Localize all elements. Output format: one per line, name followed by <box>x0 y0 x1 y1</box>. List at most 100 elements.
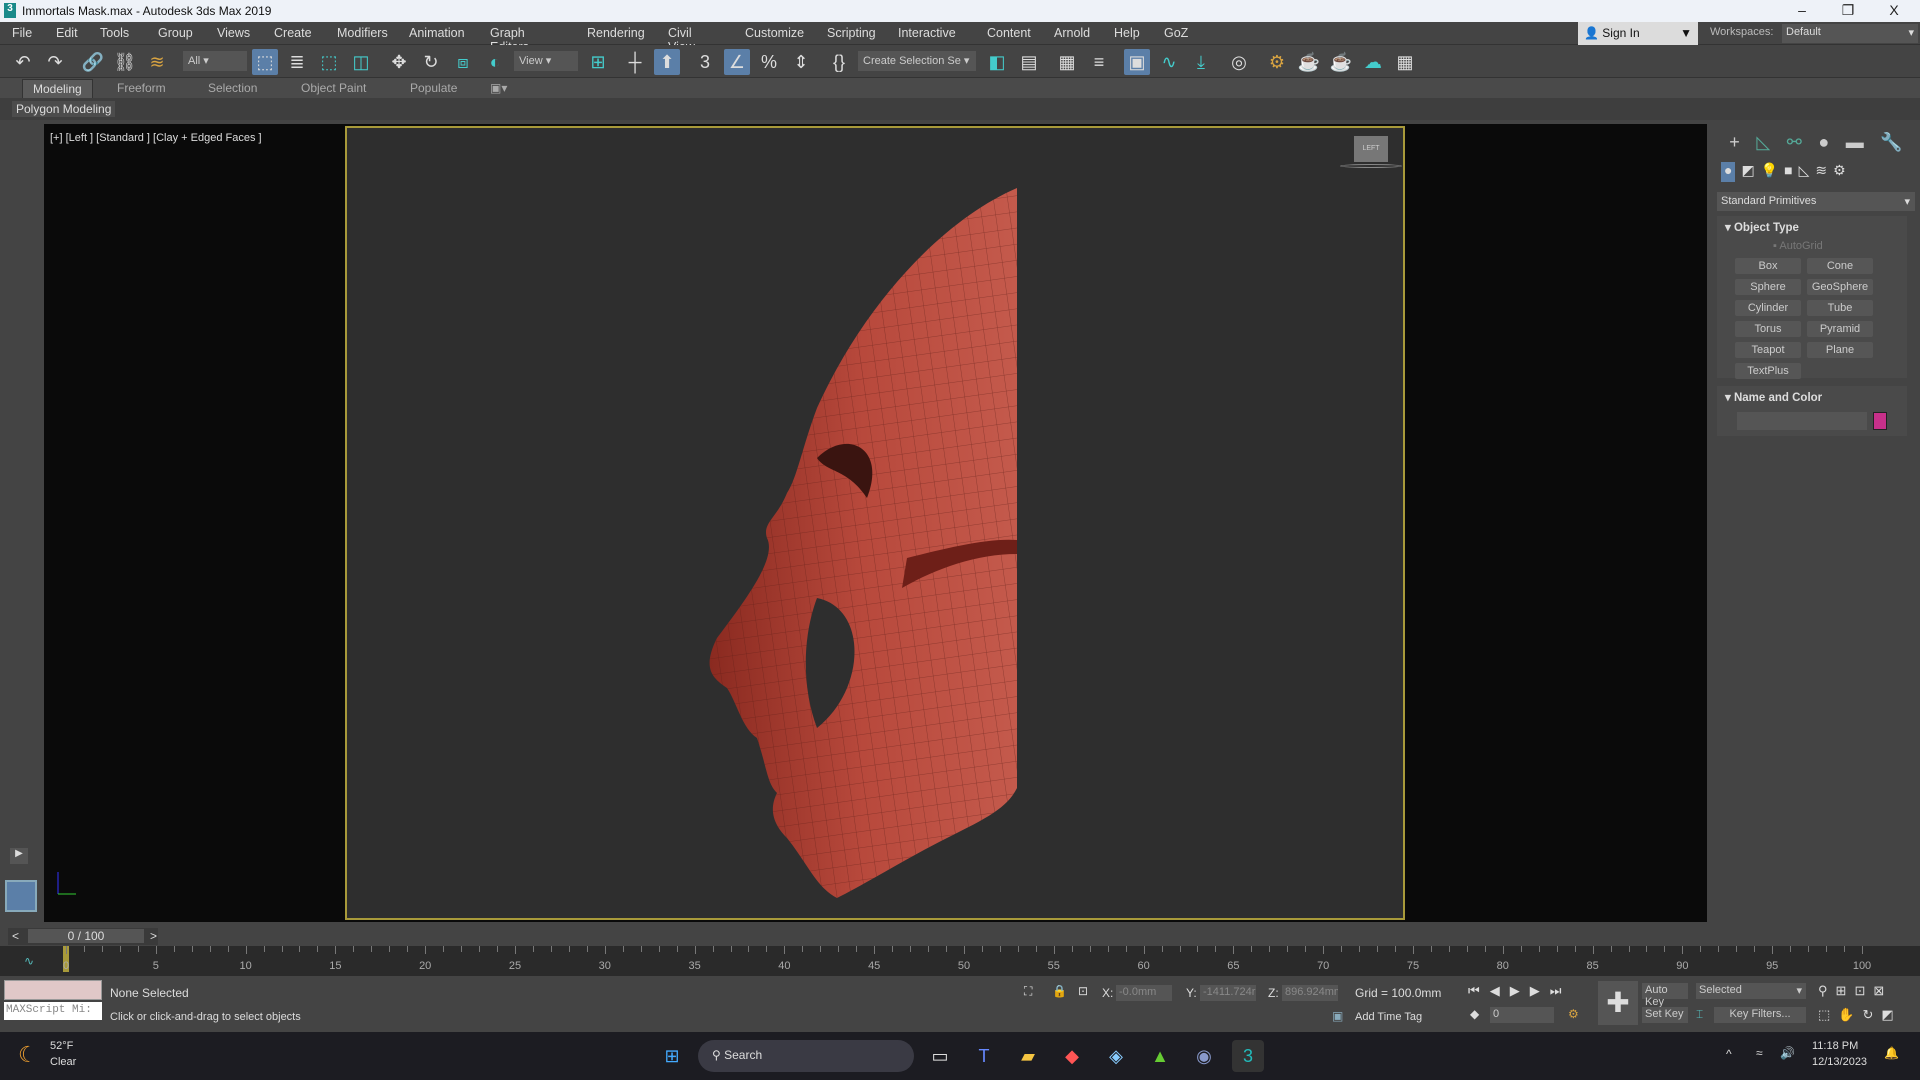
mirror-icon[interactable]: ◧ <box>984 49 1010 75</box>
add-time-tag[interactable]: Add Time Tag <box>1355 1011 1422 1023</box>
go-to-start-icon[interactable]: ⏮ <box>1468 983 1480 999</box>
space-warps-icon[interactable]: ≋ <box>1815 162 1827 182</box>
percent-snap-icon[interactable]: % <box>756 49 782 75</box>
undo-icon[interactable]: ↶ <box>10 49 36 75</box>
maxscript-input[interactable]: MAXScript Mi: <box>4 1002 102 1020</box>
app-diamond-icon[interactable]: ◈ <box>1100 1040 1132 1072</box>
teams-icon[interactable]: T <box>968 1040 1000 1072</box>
viewport-layout-thumbnail[interactable] <box>5 880 37 912</box>
menu-create[interactable]: Create <box>274 22 312 44</box>
menu-edit[interactable]: Edit <box>56 22 78 44</box>
app-green-icon[interactable]: ▲ <box>1144 1040 1176 1072</box>
isolate-selection-icon[interactable]: ⛶ <box>1024 984 1032 999</box>
menu-rendering[interactable]: Rendering <box>587 22 645 44</box>
maxscript-listener[interactable] <box>4 980 102 1000</box>
task-view-icon[interactable]: ▭ <box>924 1040 956 1072</box>
display-tab-icon[interactable]: ▬ <box>1846 132 1864 156</box>
utilities-tab-icon[interactable]: 🔧 <box>1880 132 1902 156</box>
tab-object-paint[interactable]: Object Paint <box>301 81 366 95</box>
viewcube-ring[interactable] <box>1340 164 1402 168</box>
name-and-color-rollout[interactable]: ▾ Name and Color <box>1725 390 1822 404</box>
select-manipulate-icon[interactable]: ┼ <box>622 49 648 75</box>
viewcube[interactable]: LEFT <box>1354 136 1388 162</box>
viewport-left[interactable]: [+] [Left ] [Standard ] [Clay + Edged Fa… <box>44 124 1707 922</box>
play-icon[interactable]: ▶ <box>1510 983 1520 999</box>
textplus-button[interactable]: TextPlus <box>1735 363 1801 379</box>
polygon-modeling-panel[interactable]: Polygon Modeling <box>12 101 116 117</box>
layer-explorer-icon[interactable]: ≡ <box>1086 49 1112 75</box>
set-key-button[interactable]: Set Key <box>1642 1007 1688 1023</box>
ribbon-options-icon[interactable]: ▣▾ <box>490 81 507 95</box>
menu-modifiers[interactable]: Modifiers <box>337 22 388 44</box>
link-icon[interactable]: 🔗 <box>80 49 106 75</box>
zoom-extents-icon[interactable]: ⊡ <box>1854 983 1865 999</box>
maximize-button[interactable]: ❐ <box>1828 2 1868 19</box>
zoom-all-icon[interactable]: ⊞ <box>1836 983 1847 999</box>
tab-selection[interactable]: Selection <box>208 81 257 95</box>
set-keys-button[interactable]: ✚ <box>1598 981 1638 1025</box>
scene-explorer-icon[interactable]: ▦ <box>1054 49 1080 75</box>
selection-filter-dropdown[interactable]: All ▾ <box>183 51 247 71</box>
next-frame-icon[interactable]: ▶ <box>1530 983 1540 999</box>
file-explorer-icon[interactable]: ▰ <box>1012 1040 1044 1072</box>
current-frame-field[interactable]: 0 <box>1490 1007 1554 1023</box>
box-button[interactable]: Box <box>1735 258 1801 274</box>
sign-in-button[interactable]: 👤 Sign In ▼ <box>1578 22 1698 45</box>
menu-goz[interactable]: GoZ <box>1164 22 1188 44</box>
pyramid-button[interactable]: Pyramid <box>1807 321 1873 337</box>
menu-scripting[interactable]: Scripting <box>827 22 876 44</box>
menu-tools[interactable]: Tools <box>100 22 129 44</box>
render-setup-icon[interactable]: ⚙ <box>1264 49 1290 75</box>
previous-frame-icon[interactable]: ◀ <box>1490 983 1500 999</box>
align-icon[interactable]: ▤ <box>1016 49 1042 75</box>
z-coordinate-field[interactable]: 896.924mm <box>1282 985 1338 1001</box>
zoom-icon[interactable]: ⚲ <box>1818 983 1828 999</box>
default-tangent-icon[interactable]: ⌶ <box>1696 1007 1703 1022</box>
wifi-icon[interactable]: ≈ <box>1756 1046 1763 1060</box>
hierarchy-tab-icon[interactable]: ⚯ <box>1787 132 1802 156</box>
category-dropdown[interactable]: Standard Primitives ▾ <box>1717 192 1915 211</box>
key-mode-toggle-icon[interactable]: ◆ <box>1470 1007 1479 1021</box>
menu-arnold[interactable]: Arnold <box>1054 22 1090 44</box>
menu-animation[interactable]: Animation <box>409 22 465 44</box>
auto-key-button[interactable]: Auto Key <box>1642 983 1688 1008</box>
object-type-rollout[interactable]: ▾ Object Type <box>1725 220 1799 234</box>
key-filters-button[interactable]: Key Filters... <box>1714 1007 1806 1023</box>
edit-named-selection-icon[interactable]: {} <box>826 49 852 75</box>
unlink-icon[interactable]: ⛓ <box>112 49 138 75</box>
geosphere-button[interactable]: GeoSphere <box>1807 279 1873 295</box>
shapes-icon[interactable]: ◩ <box>1741 162 1754 182</box>
taskbar-search[interactable]: ⚲ Search <box>698 1040 914 1072</box>
bind-space-warp-icon[interactable]: ≋ <box>144 49 170 75</box>
weather-condition[interactable]: Clear <box>50 1056 76 1068</box>
angle-snap-icon[interactable]: ∠ <box>724 49 750 75</box>
menu-file[interactable]: File <box>12 22 32 44</box>
temperature[interactable]: 52°F <box>50 1040 73 1052</box>
tab-freeform[interactable]: Freeform <box>117 81 166 95</box>
minimize-button[interactable]: – <box>1782 2 1822 18</box>
create-tab-icon[interactable]: + <box>1729 132 1740 156</box>
keyboard-shortcut-override-icon[interactable]: ⬆ <box>654 49 680 75</box>
object-name-input[interactable] <box>1737 412 1867 430</box>
menu-group[interactable]: Group <box>158 22 193 44</box>
cylinder-button[interactable]: Cylinder <box>1735 300 1801 316</box>
schematic-view-icon[interactable]: ⤓ <box>1188 49 1214 75</box>
select-object-icon[interactable]: ⬚ <box>252 49 278 75</box>
notifications-icon[interactable]: 🔔 <box>1884 1046 1899 1060</box>
spinner-snap-icon[interactable]: ⇕ <box>788 49 814 75</box>
menu-customize[interactable]: Customize <box>745 22 804 44</box>
sphere-button[interactable]: Sphere <box>1735 279 1801 295</box>
rotate-icon[interactable]: ↻ <box>418 49 444 75</box>
prev-frame-button[interactable]: < <box>12 929 19 943</box>
time-configuration-icon[interactable]: ⚙ <box>1568 1007 1579 1021</box>
menu-views[interactable]: Views <box>217 22 250 44</box>
menu-interactive[interactable]: Interactive <box>898 22 956 44</box>
y-coordinate-field[interactable]: -1411.724r <box>1200 985 1256 1001</box>
placement-icon[interactable]: ◐ <box>482 49 508 75</box>
zoom-extents-all-icon[interactable]: ⊠ <box>1873 983 1884 999</box>
viewport-label[interactable]: [+] [Left ] [Standard ] [Clay + Edged Fa… <box>50 132 262 144</box>
curve-editor-mini-icon[interactable]: ∿ <box>24 954 34 968</box>
app-globe-icon[interactable]: ◉ <box>1188 1040 1220 1072</box>
a360-gallery-icon[interactable]: ▦ <box>1392 49 1418 75</box>
toggle-ribbon-icon[interactable]: ▣ <box>1124 49 1150 75</box>
